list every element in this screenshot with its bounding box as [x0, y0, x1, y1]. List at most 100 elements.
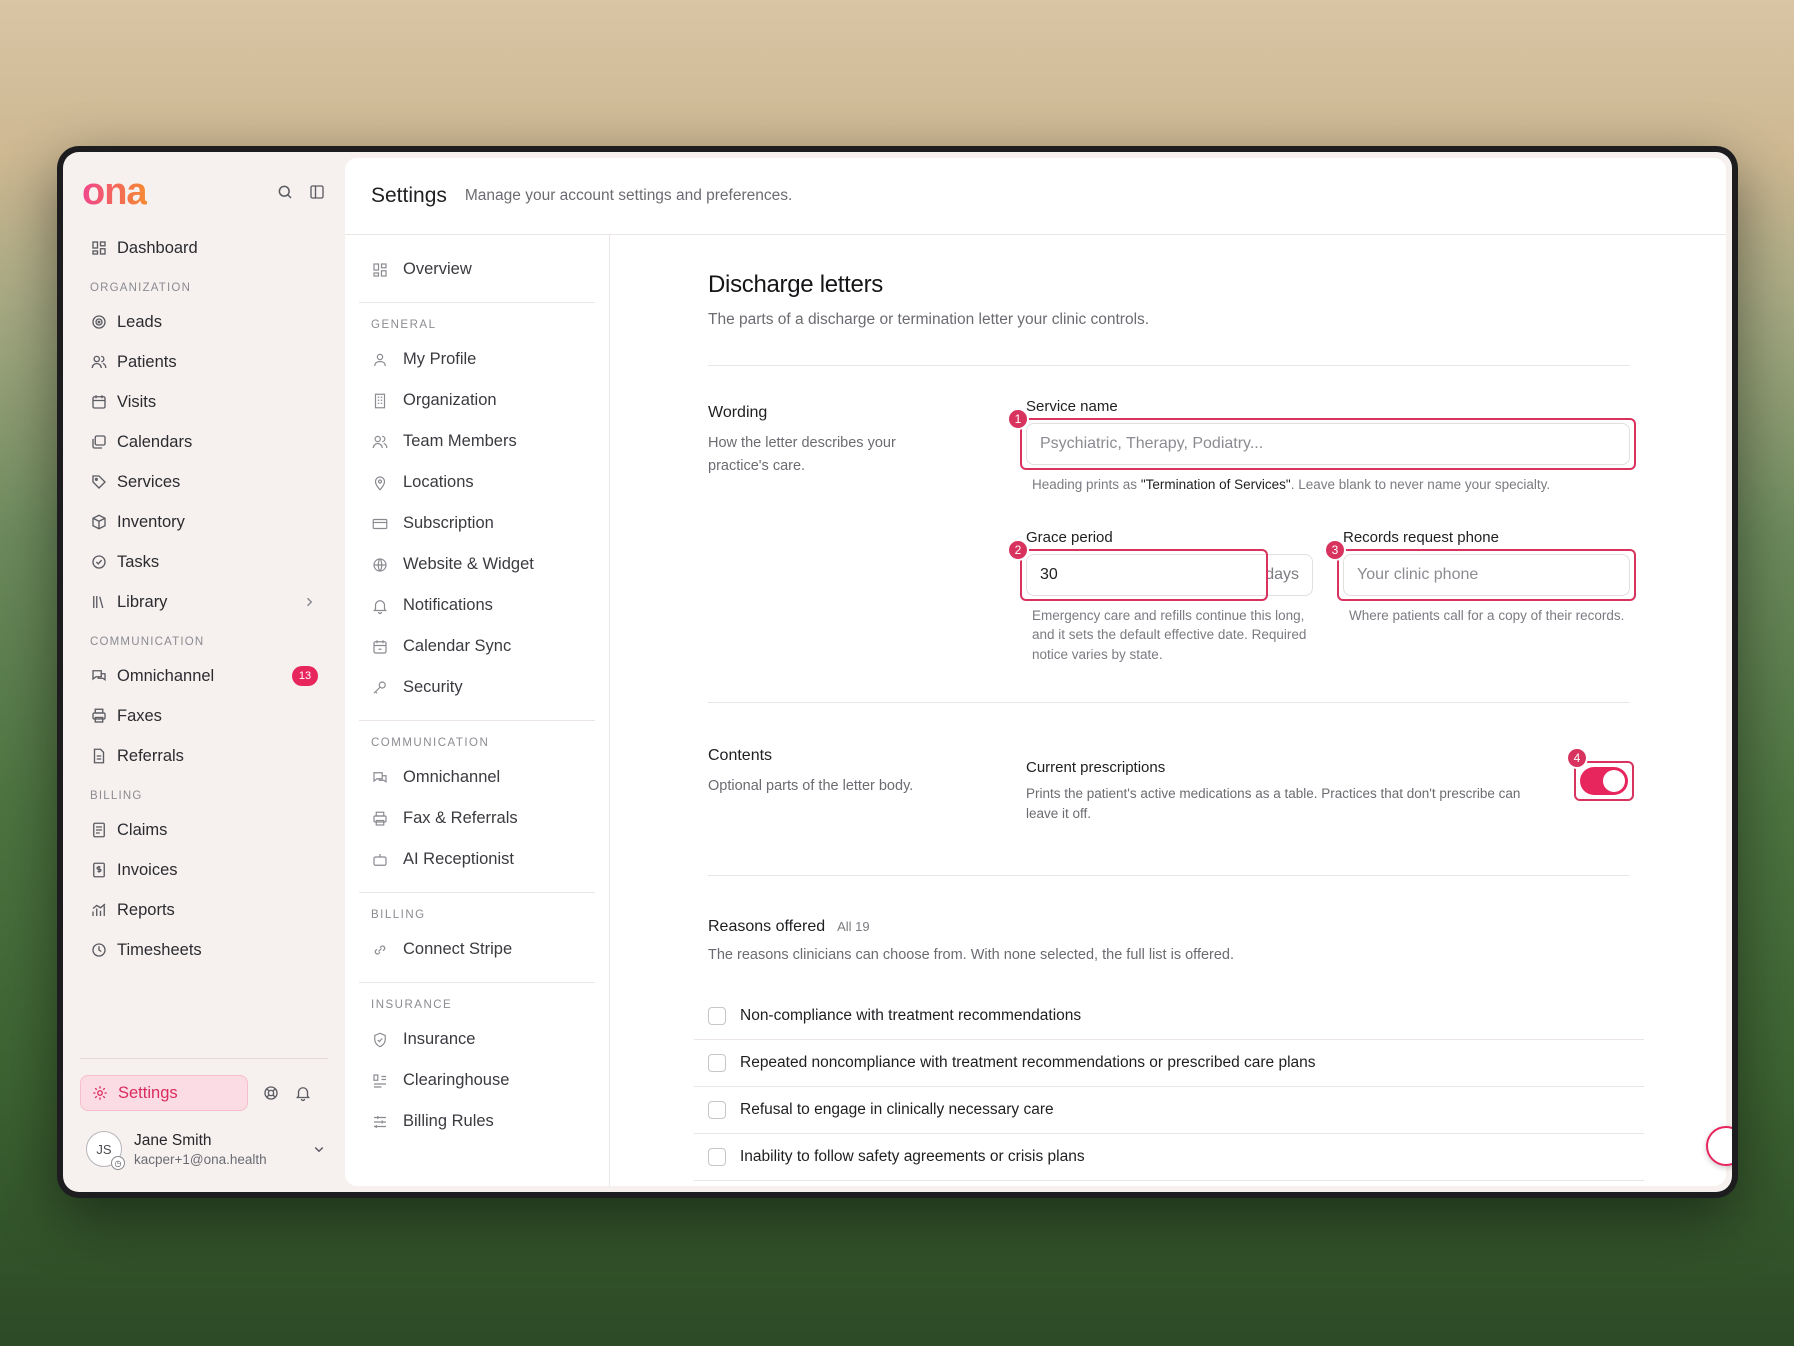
contents-title: Contents	[708, 747, 773, 764]
nav-item-patients[interactable]: Patients	[80, 342, 328, 382]
nav-item-referrals[interactable]: Referrals	[80, 736, 328, 776]
records-phone-help: Where patients call for a copy of their …	[1349, 607, 1625, 623]
records-phone-input[interactable]: Your clinic phone	[1343, 553, 1630, 596]
nav-item-inventory[interactable]: Inventory	[80, 502, 328, 542]
building-icon	[371, 392, 389, 410]
nav-item-dashboard[interactable]: Dashboard	[80, 228, 328, 268]
sidebar-toggle-icon[interactable]	[308, 183, 326, 201]
help-lifebuoy-icon[interactable]	[262, 1084, 280, 1102]
settings-nav-my-profile[interactable]: My Profile	[359, 339, 595, 380]
settings-nav-overview[interactable]: Overview	[359, 249, 595, 290]
chart-icon	[90, 901, 108, 919]
clearinghouse-icon	[371, 1072, 389, 1090]
service-name-label: Service name	[1026, 398, 1118, 415]
wording-title: Wording	[708, 404, 768, 421]
page-title: Settings	[371, 184, 447, 207]
nav-item-invoices[interactable]: Invoices	[80, 850, 328, 890]
contents-description: Optional parts of the letter body.	[708, 778, 914, 794]
settings-nav-website-widget[interactable]: Website & Widget	[359, 544, 595, 585]
grace-period-input[interactable]: 30 days	[1026, 553, 1313, 596]
claims-icon	[90, 821, 108, 839]
settings-nav-clearinghouse[interactable]: Clearinghouse	[359, 1060, 595, 1101]
unread-badge: 13	[292, 666, 318, 686]
shield-check-icon	[371, 1031, 389, 1049]
bell-icon	[371, 597, 389, 615]
settings-nav-notifications[interactable]: Notifications	[359, 585, 595, 626]
gear-icon	[91, 1084, 109, 1102]
settings-nav-omnichannel[interactable]: Omnichannel	[359, 757, 595, 798]
document-icon	[90, 747, 108, 765]
sidebar: ona Dashboard ORGANIZATION Leads Patient…	[63, 152, 345, 1192]
reason-item[interactable]: Refusal to engage in clinically necessar…	[694, 1087, 1644, 1134]
globe-icon	[371, 556, 389, 574]
app-window: ona Dashboard ORGANIZATION Leads Patient…	[63, 152, 1732, 1192]
settings-nav-section: INSURANCE	[371, 999, 453, 1011]
user-menu[interactable]: JS ◷ Jane Smith kacper+1@ona.health	[80, 1131, 328, 1170]
reason-item[interactable]: Inability to follow safety agreements or…	[694, 1134, 1644, 1181]
contents-section: Contents Optional parts of the letter bo…	[708, 703, 1634, 823]
nav-item-claims[interactable]: Claims	[80, 810, 328, 850]
wording-description: How the letter describes your practice's…	[708, 435, 896, 474]
library-icon	[90, 593, 108, 611]
box-icon	[90, 513, 108, 531]
nav-item-timesheets[interactable]: Timesheets	[80, 930, 328, 970]
settings-nav-ai-receptionist[interactable]: AI Receptionist	[359, 839, 595, 880]
reasons-count: All 19	[837, 919, 870, 934]
settings-nav-security[interactable]: Security	[359, 667, 595, 708]
nav-item-visits[interactable]: Visits	[80, 382, 328, 422]
avatar: JS ◷	[86, 1131, 125, 1170]
sidebar-footer: Settings JS ◷ Jane Smith kacper+1@ona.hea…	[80, 1058, 328, 1170]
annotation-badge-3: 3	[1324, 538, 1346, 561]
settings-nav-connect-stripe[interactable]: Connect Stripe	[359, 929, 595, 970]
link-icon	[371, 941, 389, 959]
nav-item-library[interactable]: Library	[80, 582, 328, 622]
settings-nav-insurance[interactable]: Insurance	[359, 1019, 595, 1060]
reason-checkbox[interactable]	[708, 1054, 726, 1072]
grace-period-help: Emergency care and refills continue this…	[1032, 607, 1307, 662]
settings-nav-organization[interactable]: Organization	[359, 380, 595, 421]
bell-icon[interactable]	[294, 1084, 312, 1102]
settings-nav-billing-rules[interactable]: Billing Rules	[359, 1101, 595, 1142]
nav-section-title: COMMUNICATION	[90, 636, 205, 648]
settings-button[interactable]: Settings	[80, 1075, 248, 1111]
main-nav: Dashboard ORGANIZATION Leads Patients Vi…	[80, 228, 328, 970]
settings-nav-locations[interactable]: Locations	[359, 462, 595, 503]
settings-nav-calendar-sync[interactable]: Calendar Sync	[359, 626, 595, 667]
reason-checkbox[interactable]	[708, 1148, 726, 1166]
chevron-down-icon[interactable]	[310, 1140, 328, 1158]
user-email: kacper+1@ona.health	[134, 1151, 267, 1167]
nav-item-services[interactable]: Services	[80, 462, 328, 502]
calendar-sync-icon	[371, 638, 389, 656]
reason-item[interactable]: Non-compliance with treatment recommenda…	[694, 993, 1644, 1040]
settings-nav-team-members[interactable]: Team Members	[359, 421, 595, 462]
settings-nav-section: GENERAL	[371, 319, 437, 331]
nav-item-omnichannel[interactable]: Omnichannel 13	[80, 656, 328, 696]
settings-nav-fax-referrals[interactable]: Fax & Referrals	[359, 798, 595, 839]
reason-checkbox[interactable]	[708, 1101, 726, 1119]
target-icon	[90, 313, 108, 331]
calendars-icon	[90, 433, 108, 451]
ona-logo[interactable]: ona	[82, 173, 148, 211]
chevron-right-icon[interactable]	[300, 593, 318, 611]
reasons-title: Reasons offered	[708, 918, 826, 935]
wording-section: Wording How the letter describes your pr…	[708, 366, 1636, 665]
nav-item-faxes[interactable]: Faxes	[80, 696, 328, 736]
nav-item-tasks[interactable]: Tasks	[80, 542, 328, 582]
nav-item-calendars[interactable]: Calendars	[80, 422, 328, 462]
users-icon	[90, 353, 108, 371]
reason-item[interactable]: Repeated noncompliance with treatment re…	[694, 1040, 1644, 1087]
map-pin-icon	[371, 474, 389, 492]
records-phone-label: Records request phone	[1343, 528, 1499, 546]
service-name-input[interactable]: Psychiatric, Therapy, Podiatry...	[1026, 423, 1630, 465]
settings-nav-subscription[interactable]: Subscription	[359, 503, 595, 544]
nav-item-reports[interactable]: Reports	[80, 890, 328, 930]
reason-checkbox[interactable]	[708, 1007, 726, 1025]
prescriptions-toggle[interactable]	[1580, 767, 1628, 795]
grace-period-field: Grace period 30 days 2 Emergency care and…	[1007, 529, 1313, 665]
invoice-icon	[90, 861, 108, 879]
search-icon[interactable]	[276, 183, 294, 201]
dashboard-icon	[371, 261, 389, 279]
annotation-badge-1: 1	[1007, 408, 1029, 430]
settings-nav: Overview GENERAL My Profile Organization…	[345, 235, 610, 1186]
nav-item-leads[interactable]: Leads	[80, 302, 328, 342]
